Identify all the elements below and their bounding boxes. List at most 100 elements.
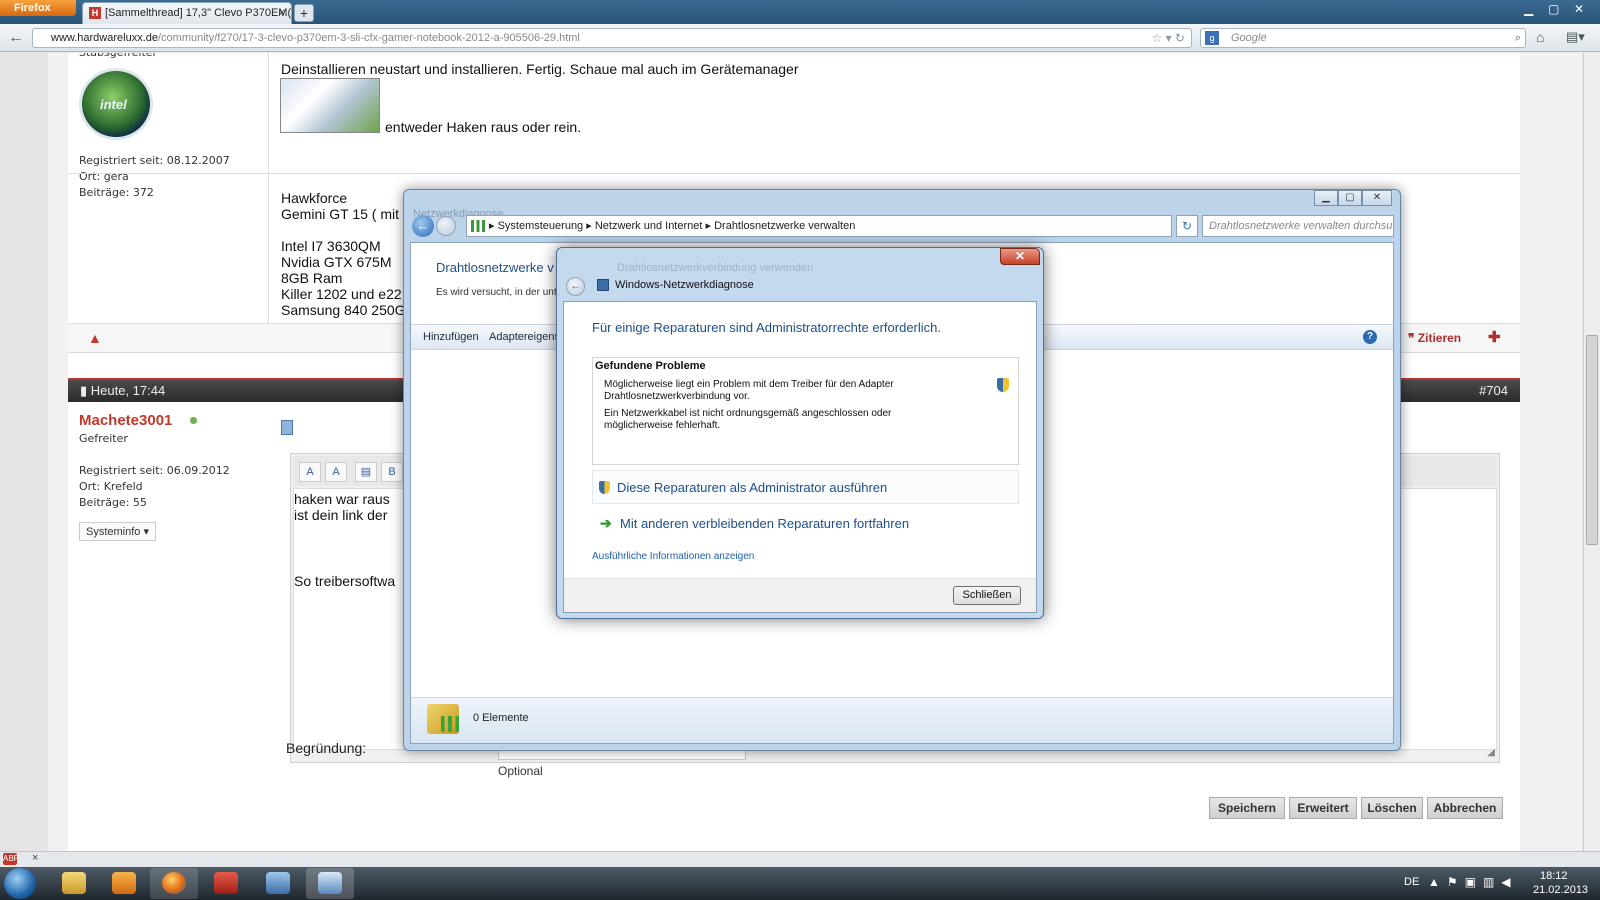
delete-button[interactable]: Löschen [1361,797,1423,819]
online-status-icon [190,417,197,424]
item-count: 0 Elemente [473,712,529,724]
continue-repairs-option[interactable]: ➔ Mit anderen verbleibenden Reparaturen … [592,510,1019,540]
avatar-text: intel [100,97,127,112]
dialog-close-icon[interactable]: ✕ [1000,248,1040,265]
taskbar-media-player[interactable] [100,868,148,899]
quote-label: Zitieren [1417,331,1462,345]
add-network-button[interactable]: Hinzufügen [423,325,479,349]
statusbar-close-icon[interactable]: × [32,852,38,864]
column-divider [268,53,269,323]
post-text-line: Deinstallieren neustart und installieren… [281,61,799,77]
multi-quote-icon[interactable]: ✚ [1488,328,1501,346]
page-scrollbar[interactable] [1583,53,1600,851]
font-color-icon[interactable]: A [325,462,347,482]
google-icon[interactable]: g [1205,31,1219,45]
paste-icon[interactable]: ▤ [355,462,377,482]
problems-box: Gefundene Probleme Möglicherweise liegt … [592,357,1019,465]
diagnostics-icon [597,279,609,291]
bold-icon[interactable]: B [381,462,403,482]
font-size-icon[interactable]: A [299,462,321,482]
reason-hint: Optional [498,764,543,778]
user-posts: Beiträge: 55 [79,496,147,509]
diagnostics-icon [318,872,342,894]
adapter-properties-button[interactable]: Adaptereigensc [489,325,565,349]
run-as-admin-option[interactable]: Diese Reparaturen als Administrator ausf… [592,470,1019,504]
url-bar[interactable]: www.hardwareluxx.de/community/f270/17-3-… [32,28,1192,48]
explorer-forward-icon[interactable] [436,216,456,236]
signature-line: Intel I7 3630QM [281,238,381,254]
breadcrumb-item[interactable]: Netzwerk und Internet [595,220,703,232]
breadcrumb-item[interactable]: Drahtlosnetzwerke verwalten [714,220,855,232]
warning-icon[interactable]: ▲ [88,330,102,346]
editor-text-line: haken war raus [294,491,390,507]
control-panel-icon [266,872,290,894]
clock-date[interactable]: 21.02.2013 [1533,884,1588,896]
systeminfo-button[interactable]: Systeminfo ▾ [79,522,156,541]
tray-icons[interactable]: ▲⚑▣▥◀ [1428,875,1518,889]
restore-icon[interactable]: ▢ [1548,2,1559,16]
resize-grip-icon[interactable]: ◢ [1487,747,1495,758]
breadcrumb-item[interactable]: Systemsteuerung [498,220,584,232]
taskbar-explorer[interactable] [50,868,98,899]
admin-shield-icon [997,378,1009,392]
back-arrow-icon[interactable]: ← [4,27,28,49]
signature-line: 8GB Ram [281,270,343,286]
quote-button[interactable]: ❞ Zitieren [1408,331,1461,345]
explorer-minimize-icon[interactable]: ▁ [1314,190,1338,206]
screenshot-thumbnail[interactable] [280,78,380,133]
adblock-icon[interactable]: ABP [3,853,19,865]
explorer-close-icon[interactable]: ✕ [1362,190,1392,206]
reason-label: Begründung: [286,740,367,756]
tab-close-icon[interactable]: × [279,3,285,23]
window-close-icon[interactable]: ✕ [1574,2,1584,16]
post-date: ▮ Heute, 17:44 [80,383,166,398]
editor-text-line: So treibersoftwa [294,573,396,589]
explorer-status-bar: 0 Elemente [411,697,1393,743]
bookmark-star-icon[interactable]: ☆ ▾ ↻ [1151,29,1185,47]
username-link[interactable]: Machete3001 [79,412,172,429]
cancel-button[interactable]: Abbrechen [1427,797,1503,819]
signature-line: Killer 1202 und e22 [281,286,402,302]
run-as-admin-label: Diese Reparaturen als Administrator ausf… [617,480,888,495]
explorer-back-icon[interactable]: ← [412,215,434,237]
new-tab-button[interactable]: + [294,4,314,22]
user-registered: Registriert seit: 08.12.2007 [79,154,230,167]
problems-title: Gefundene Probleme [595,360,706,372]
url-path: /community/f270/17-3-clevo-p370em-3-sli-… [158,32,580,44]
explorer-search-input[interactable]: Drahtlosnetzwerke verwalten durchsu... [1202,215,1394,237]
language-indicator[interactable]: DE [1404,876,1419,888]
details-link[interactable]: Ausführliche Informationen anzeigen [592,551,754,562]
close-button[interactable]: Schließen [953,586,1021,605]
explorer-heading: Drahtlosnetzwerke v [436,260,554,275]
systeminfo-label: Systeminfo [86,526,141,538]
post-number-link[interactable]: #704 [1479,380,1508,402]
scrollbar-thumb[interactable] [1586,335,1598,545]
dialog-back-icon[interactable]: ← [566,277,585,296]
user-registered: Registriert seit: 06.09.2012 [79,464,230,477]
signature-line: Samsung 840 250G [281,302,406,318]
advanced-button[interactable]: Erweitert [1289,797,1357,819]
dialog-body: Für einige Reparaturen sind Administrato… [563,301,1037,613]
explorer-maximize-icon[interactable]: ▢ [1338,190,1362,206]
firefox-menu-button[interactable]: Firefox [0,0,76,16]
minimize-icon[interactable]: ▁ [1524,2,1533,16]
taskbar-network-diagnostics[interactable] [306,868,354,899]
explorer-address-bar[interactable]: ▸ Systemsteuerung ▸ Netzwerk und Interne… [466,215,1172,237]
start-button[interactable] [4,868,36,899]
browser-status-bar: ABP × [0,851,1600,867]
user-location: Ort: gera [79,170,129,183]
explorer-refresh-icon[interactable]: ↻ [1176,215,1198,237]
taskbar-firefox[interactable] [150,868,198,899]
search-icon[interactable]: ⌕ [1515,29,1521,47]
admin-shield-icon [599,481,610,494]
bookmarks-menu-icon[interactable]: ▤▾ [1566,29,1585,45]
save-button[interactable]: Speichern [1209,797,1285,819]
taskbar-app[interactable] [202,868,250,899]
search-bar[interactable]: g Google ⌕ [1200,28,1526,48]
home-icon[interactable]: ⌂ [1536,29,1544,45]
help-icon[interactable]: ? [1363,330,1377,344]
signature-divider [68,173,1520,174]
clock-time[interactable]: 18:12 [1540,870,1568,882]
taskbar-control-panel[interactable] [254,868,302,899]
tab-hardwareluxx[interactable]: H [Sammelthread] 17,3" Clevo P370EM(3) .… [82,2,292,24]
